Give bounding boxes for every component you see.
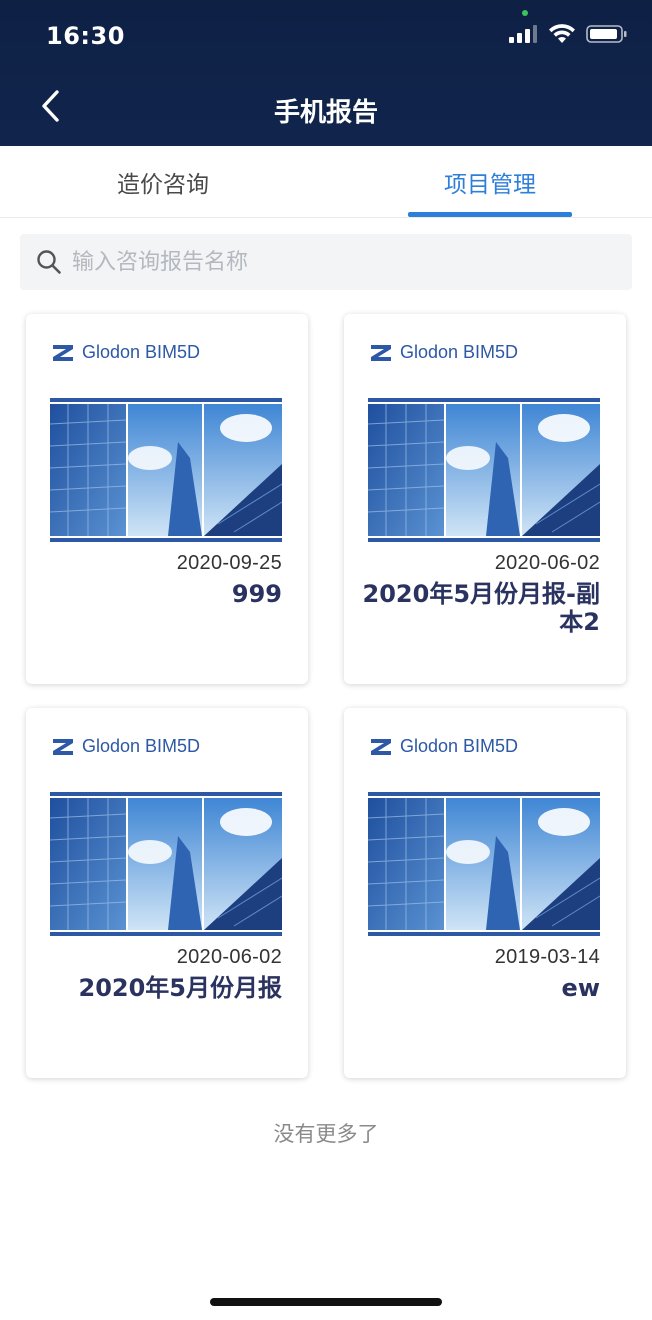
report-name: 999 bbox=[231, 580, 282, 608]
page-title: 手机报告 bbox=[273, 98, 378, 128]
glodon-logo-icon bbox=[371, 344, 391, 361]
report-name: 2020年5月份月报-副本2 bbox=[362, 580, 600, 636]
cellular-signal-icon bbox=[509, 25, 537, 43]
status-time: 16:30 bbox=[46, 22, 125, 50]
wifi-icon bbox=[549, 24, 575, 43]
report-cover-image bbox=[368, 398, 600, 542]
report-cover-image bbox=[368, 792, 600, 936]
home-indicator[interactable] bbox=[210, 1298, 442, 1306]
status-icons bbox=[508, 24, 628, 44]
report-date: 2020-06-02 bbox=[176, 946, 282, 968]
report-card[interactable]: Glodon BIM5D 2020-06-02 2020年5月份月报 bbox=[26, 708, 308, 1078]
glodon-logo: Glodon BIM5D bbox=[370, 342, 518, 363]
brand-name: Glodon BIM5D bbox=[400, 342, 519, 362]
tab-project-management[interactable]: 项目管理 bbox=[408, 146, 572, 218]
report-cover-image bbox=[50, 398, 282, 542]
glodon-logo: Glodon BIM5D bbox=[52, 342, 200, 363]
battery-icon bbox=[586, 25, 627, 43]
brand-name: Glodon BIM5D bbox=[400, 736, 519, 756]
privacy-indicator-dot bbox=[522, 10, 528, 16]
report-date: 2020-06-02 bbox=[494, 552, 600, 574]
report-card[interactable]: Glodon BIM5D 2020-06-02 2020年5月份月报-副本2 bbox=[344, 314, 626, 684]
search-input[interactable] bbox=[72, 249, 612, 275]
no-more-text: 没有更多了 bbox=[273, 1122, 379, 1146]
glodon-logo-icon bbox=[371, 738, 391, 755]
glodon-logo-icon bbox=[53, 738, 73, 755]
report-name: 2020年5月份月报 bbox=[78, 974, 283, 1002]
tab-bar: 造价咨询 项目管理 bbox=[0, 146, 652, 218]
brand-name: Glodon BIM5D bbox=[82, 736, 201, 756]
glodon-logo-icon bbox=[53, 344, 73, 361]
report-card[interactable]: Glodon BIM5D 2020-09-25 999 bbox=[26, 314, 308, 684]
tab-cost-consulting[interactable]: 造价咨询 bbox=[0, 146, 326, 218]
app-header: 16:30 手机报告 bbox=[0, 0, 652, 146]
report-cover-image bbox=[50, 792, 282, 936]
report-name: ew bbox=[561, 974, 600, 1002]
glodon-logo: Glodon BIM5D bbox=[370, 736, 518, 757]
active-tab-indicator bbox=[408, 212, 572, 217]
glodon-logo: Glodon BIM5D bbox=[52, 736, 200, 757]
report-date: 2019-03-14 bbox=[494, 946, 600, 968]
brand-name: Glodon BIM5D bbox=[82, 342, 201, 362]
report-date: 2020-09-25 bbox=[176, 552, 282, 574]
report-card[interactable]: Glodon BIM5D 2019-03-14 ew bbox=[344, 708, 626, 1078]
search-bar bbox=[20, 234, 632, 290]
search-icon bbox=[36, 248, 64, 276]
